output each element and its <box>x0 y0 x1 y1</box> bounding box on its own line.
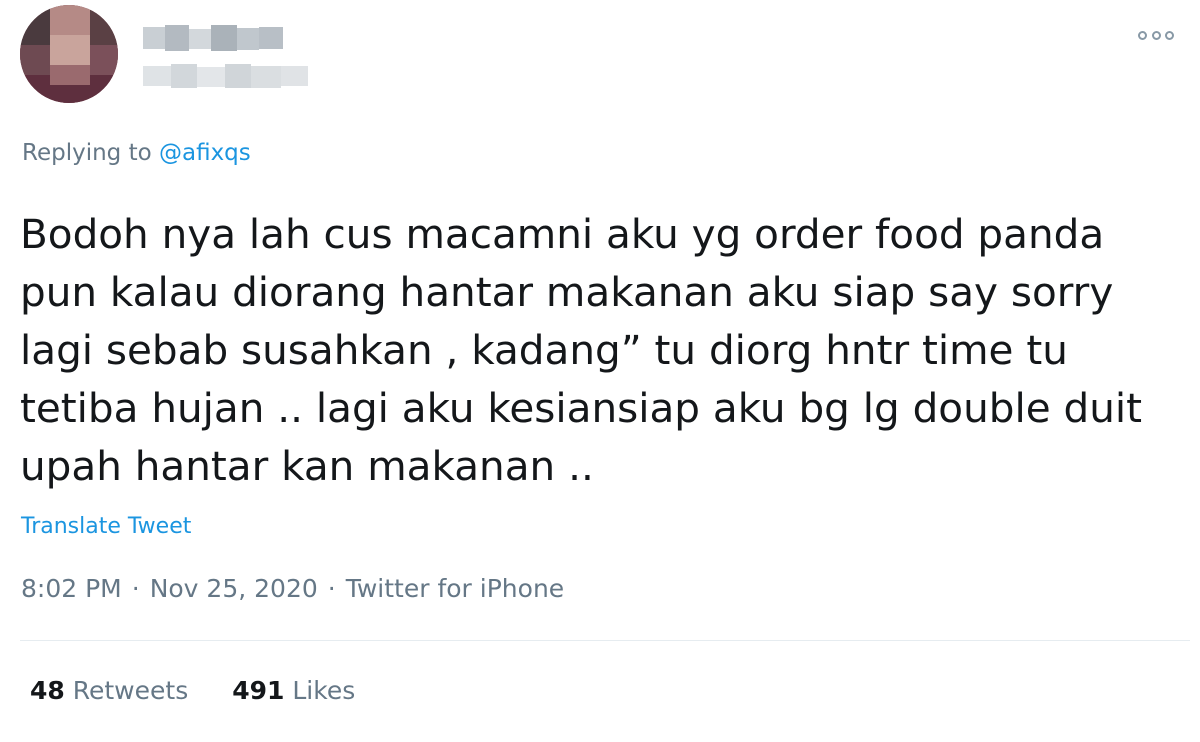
likes-count: 491 <box>232 676 285 705</box>
tweet-source[interactable]: Twitter for iPhone <box>346 574 564 603</box>
dot-icon <box>1138 30 1147 40</box>
likes-label: Likes <box>292 676 356 705</box>
dot-icon <box>1151 30 1161 40</box>
author-name-blurred[interactable] <box>143 25 283 51</box>
likes-stat[interactable]: 491 Likes <box>232 676 355 705</box>
retweets-stat[interactable]: 48 Retweets <box>30 676 188 705</box>
retweets-count: 48 <box>30 676 65 705</box>
tweet-meta: 8:02 PM · Nov 25, 2020 · Twitter for iPhone <box>21 574 564 603</box>
translate-tweet-link[interactable]: Translate Tweet <box>21 514 191 539</box>
reply-mention-link[interactable]: @afixqs <box>159 140 251 166</box>
meta-separator: · <box>131 574 140 603</box>
tweet-card: Replying to @afixqs Bodoh nya lah cus ma… <box>0 0 1200 742</box>
meta-separator: · <box>327 574 336 603</box>
dot-icon <box>1165 30 1174 40</box>
tweet-stats: 48 Retweets 491 Likes <box>30 676 399 705</box>
divider <box>20 640 1190 641</box>
author-handle-blurred[interactable] <box>143 64 308 88</box>
author-avatar[interactable] <box>20 5 118 103</box>
replying-prefix: Replying to <box>22 140 159 166</box>
tweet-time[interactable]: 8:02 PM <box>21 574 122 603</box>
more-options-icon[interactable] <box>1138 20 1174 50</box>
tweet-text: Bodoh nya lah cus macamni aku yg order f… <box>20 210 1142 490</box>
retweets-label: Retweets <box>72 676 189 705</box>
tweet-date[interactable]: Nov 25, 2020 <box>150 574 318 603</box>
replying-to: Replying to @afixqs <box>22 140 251 166</box>
